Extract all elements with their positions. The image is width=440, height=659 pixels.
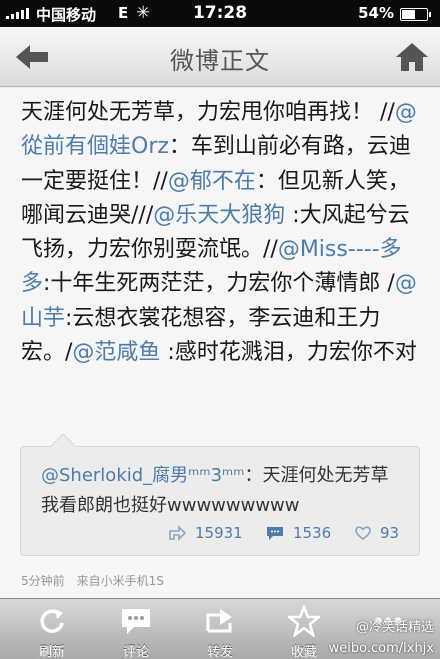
page-title: 微博正文 (170, 47, 270, 75)
like-count-value: 93 (380, 524, 400, 542)
refresh-icon (40, 609, 64, 633)
reposted-status[interactable]: @Sherlokid_腐男ᵐᵐ3ᵐᵐ：天涯何处无芳草 我看郎朗也挺好wwwwww… (20, 433, 420, 556)
heart-icon (355, 526, 371, 540)
repost-stats: 15931 1536 93 (21, 524, 419, 546)
watermark-line-2: weibo.com/lxhjx (328, 641, 434, 656)
toolbar-label-refresh: 刷新 (38, 645, 65, 659)
comment-count-value: 1536 (293, 524, 332, 542)
battery-percentage: 54% (358, 4, 394, 22)
toolbar-label-comment: 评论 (122, 645, 149, 659)
like-count[interactable]: 93 (354, 524, 399, 542)
post-text-segment: :感时花溅泪，力宏你不对 (160, 340, 417, 366)
navigation-bar: 微博正文 (0, 27, 440, 87)
post-time: 5分钟前 (21, 574, 65, 588)
repost-button[interactable]: 转发 (176, 599, 264, 659)
repost-text: @Sherlokid_腐男ᵐᵐ3ᵐᵐ：天涯何处无芳草 我看郎朗也挺好wwwwww… (41, 461, 411, 521)
watermark: @冷笑话精选 weibo.com/lxhjx (329, 617, 434, 659)
repost-author-link[interactable]: @Sherlokid_腐男ᵐᵐ3ᵐᵐ (41, 465, 244, 486)
star-icon (288, 605, 320, 637)
repost-count-value: 15931 (195, 524, 243, 542)
repost-icon (169, 525, 187, 541)
comment-icon (267, 527, 283, 540)
home-icon (396, 43, 428, 71)
comment-icon (122, 609, 150, 634)
mention-link[interactable]: @郁不在 (168, 169, 256, 194)
status-bar: 中国移动 E ✳ 17:28 54% (0, 0, 440, 27)
mention-link[interactable]: @范咸鱼 (72, 340, 160, 365)
post-text-segment: 天涯何处无芳草，力宏甩你咱再找！ // (21, 100, 395, 125)
post-detail: 天涯何处无芳草，力宏甩你咱再找！ //@從前有個娃Orz：车到山前必有路，云迪一… (0, 88, 440, 598)
repost-icon (206, 609, 232, 633)
watermark-line-1: @冷笑话精选 (355, 620, 434, 635)
toolbar-label-repost: 转发 (206, 645, 233, 659)
repost-caret (50, 433, 76, 459)
post-text: 天涯何处无芳草，力宏甩你咱再找！ //@從前有個娃Orz：车到山前必有路，云迪一… (21, 96, 421, 370)
comment-button[interactable]: 评论 (92, 599, 180, 659)
battery-icon (400, 8, 431, 21)
post-source: 来自小米手机1S (76, 574, 164, 588)
repost-count[interactable]: 15931 (167, 524, 243, 542)
post-text-segment: :十年生死两茫茫，力宏你个薄情郎 / (43, 271, 395, 297)
refresh-button[interactable]: 刷新 (8, 599, 96, 659)
bottom-toolbar: 刷新 评论 转发 收藏 @冷笑话精选 weibo.com/lxhjx (0, 598, 440, 659)
home-button[interactable] (392, 37, 432, 77)
comment-count[interactable]: 1536 (265, 524, 331, 542)
post-meta: 5分钟前 来自小米手机1S (21, 572, 164, 589)
mention-link[interactable]: @乐天大狼狗 (153, 203, 285, 228)
